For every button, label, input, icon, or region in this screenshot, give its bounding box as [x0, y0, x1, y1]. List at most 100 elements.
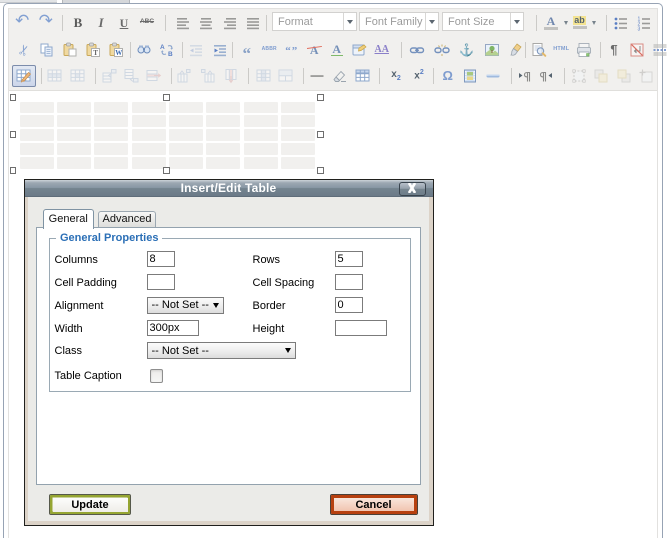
undo-button[interactable]: ↶ — [12, 13, 32, 33]
table-cell[interactable] — [94, 143, 128, 154]
nonbreaking-button[interactable] — [627, 40, 647, 60]
print-button[interactable] — [574, 40, 594, 60]
table-resize-handle[interactable] — [163, 94, 170, 101]
table-cell[interactable] — [281, 102, 315, 113]
table-cell[interactable] — [20, 115, 54, 126]
insert-link-button[interactable] — [407, 40, 427, 60]
table-cell[interactable] — [94, 115, 128, 126]
paste-button[interactable] — [60, 40, 80, 60]
align-left-button[interactable] — [173, 13, 193, 33]
width-input[interactable] — [147, 320, 199, 336]
dialog-close-button[interactable] — [399, 182, 426, 196]
table-cell[interactable] — [20, 129, 54, 140]
table-cell[interactable] — [132, 157, 166, 168]
cell-padding-input[interactable] — [147, 274, 175, 290]
table-cell[interactable] — [132, 115, 166, 126]
table-cell[interactable] — [206, 157, 240, 168]
rows-input[interactable] — [335, 251, 363, 267]
pagebreak-button[interactable] — [650, 40, 668, 60]
table-resize-handle[interactable] — [10, 167, 17, 174]
paste-text-button[interactable]: T — [83, 40, 103, 60]
table-resize-handle[interactable] — [317, 131, 324, 138]
table-cell[interactable] — [169, 129, 203, 140]
indent-button[interactable] — [210, 40, 230, 60]
preview-button[interactable] — [529, 40, 549, 60]
table-cell[interactable] — [94, 102, 128, 113]
table-cell[interactable] — [57, 143, 91, 154]
table-cell[interactable] — [244, 102, 278, 113]
table-cell[interactable] — [132, 143, 166, 154]
table-cell[interactable] — [169, 157, 203, 168]
remove-format-button[interactable] — [330, 66, 350, 86]
horizontal-rule-button[interactable] — [307, 66, 327, 86]
table-resize-handle[interactable] — [317, 167, 324, 174]
font-size-select[interactable]: Font Size — [442, 12, 524, 31]
class-select[interactable]: -- Not Set -- — [147, 342, 296, 359]
align-right-button[interactable] — [220, 13, 240, 33]
dialog-titlebar[interactable]: Insert/Edit Table — [25, 180, 433, 197]
content-table[interactable] — [20, 102, 316, 169]
alignment-select[interactable]: -- Not Set -- — [147, 297, 224, 314]
insert-table-button[interactable] — [12, 65, 36, 87]
visual-aid-button[interactable] — [353, 66, 373, 86]
table-resize-handle[interactable] — [317, 94, 324, 101]
table-cell[interactable] — [94, 129, 128, 140]
deletion-button[interactable]: A — [304, 40, 324, 60]
format-select[interactable]: Format — [272, 12, 357, 31]
unlink-button[interactable] — [432, 40, 452, 60]
font-size-select-arrow[interactable] — [510, 13, 523, 30]
find-replace-button[interactable]: AB — [157, 40, 177, 60]
unordered-list-button[interactable] — [611, 13, 631, 33]
format-select-arrow[interactable] — [343, 13, 356, 30]
backcolor-dropdown-arrow[interactable] — [590, 13, 599, 33]
font-family-select[interactable]: Font Family — [359, 12, 439, 31]
charmap-button[interactable]: Ω — [438, 66, 458, 86]
cut-button[interactable]: ✂ — [14, 40, 34, 60]
backcolor-button[interactable]: ab — [570, 13, 590, 33]
table-cell[interactable] — [169, 102, 203, 113]
table-cell[interactable] — [281, 129, 315, 140]
superscript-button[interactable]: x2 — [409, 66, 429, 86]
media-button[interactable] — [460, 66, 480, 86]
cell-spacing-input[interactable] — [335, 274, 363, 290]
rtl-button[interactable] — [536, 66, 556, 86]
copy-button[interactable] — [37, 40, 57, 60]
blockquote-button[interactable]: “ — [237, 40, 257, 60]
border-input[interactable] — [335, 297, 363, 313]
align-justify-button[interactable] — [243, 13, 263, 33]
table-cell[interactable] — [57, 129, 91, 140]
redo-button[interactable]: ↷ — [36, 13, 56, 33]
ltr-button[interactable] — [515, 66, 535, 86]
cleanup-button[interactable] — [506, 40, 526, 60]
table-cell[interactable] — [244, 129, 278, 140]
table-resize-handle[interactable] — [163, 167, 170, 174]
columns-input[interactable] — [147, 251, 175, 267]
table-cell[interactable] — [57, 157, 91, 168]
table-cell[interactable] — [244, 143, 278, 154]
table-caption-checkbox[interactable] — [150, 369, 164, 383]
underline-button[interactable]: U — [114, 13, 134, 33]
table-cell[interactable] — [244, 115, 278, 126]
strikethrough-button[interactable]: ABC — [137, 13, 157, 33]
table-cell[interactable] — [206, 143, 240, 154]
forecolor-button[interactable]: A — [541, 13, 561, 33]
table-cell[interactable] — [132, 102, 166, 113]
ordered-list-button[interactable]: 123 — [634, 13, 654, 33]
table-cell[interactable] — [206, 102, 240, 113]
attributes-button[interactable] — [349, 40, 369, 60]
table-cell[interactable] — [281, 143, 315, 154]
table-resize-handle[interactable] — [10, 131, 17, 138]
table-cell[interactable] — [132, 129, 166, 140]
find-button[interactable] — [134, 40, 154, 60]
italic-button[interactable]: I — [91, 13, 111, 33]
font-family-select-arrow[interactable] — [425, 13, 438, 30]
insert-image-button[interactable] — [482, 40, 502, 60]
table-cell[interactable] — [244, 157, 278, 168]
style-props-button[interactable]: AA — [372, 40, 392, 60]
insertion-button[interactable]: A — [327, 40, 347, 60]
subscript-button[interactable]: x2 — [386, 66, 406, 86]
bold-button[interactable]: B — [68, 13, 88, 33]
table-cell[interactable] — [281, 157, 315, 168]
table-cell[interactable] — [57, 102, 91, 113]
table-cell[interactable] — [57, 115, 91, 126]
